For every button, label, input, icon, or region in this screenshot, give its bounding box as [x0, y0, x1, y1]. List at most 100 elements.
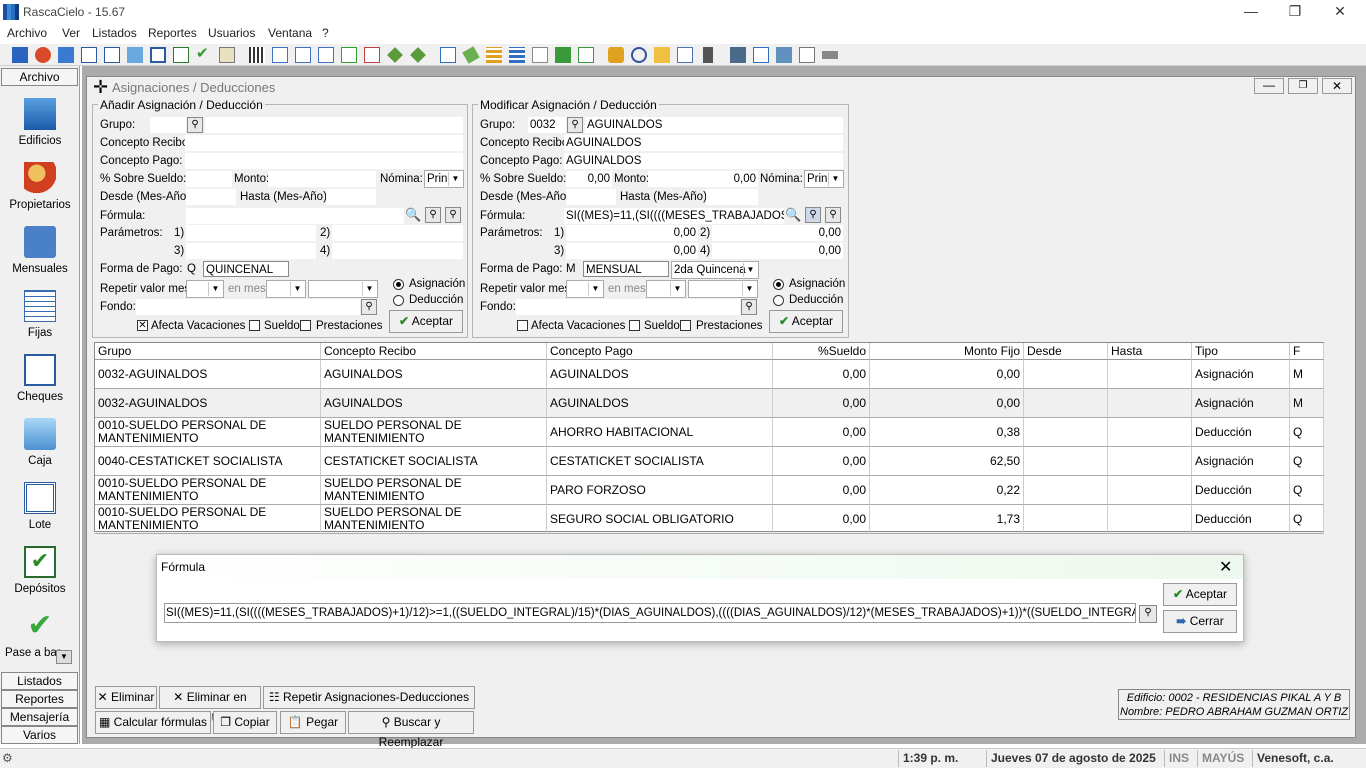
buscar-reemplazar-button[interactable]: ⚲ Buscar y Reemplazar [348, 711, 474, 749]
dialog-aceptar-button[interactable]: ✔ Aceptar [1163, 583, 1237, 606]
table-cell-monto-fijo[interactable]: 0,00 [870, 360, 1024, 389]
money-icon[interactable] [555, 47, 571, 63]
table-cell-sueldo-pct[interactable]: 0,00 [773, 505, 870, 534]
add-asignacion-radio[interactable] [393, 279, 404, 290]
add-repetir-select[interactable]: ▼ [186, 280, 224, 298]
nav-edificios[interactable]: Edificios [0, 135, 80, 147]
page-add-icon[interactable] [318, 47, 334, 63]
chevron-down-icon[interactable]: ▼ [362, 282, 376, 296]
add-formula-input[interactable] [186, 208, 404, 224]
minimize-icon[interactable]: — [1236, 2, 1266, 22]
menu-listados[interactable]: Listados [92, 26, 137, 40]
table-cell-desde[interactable] [1024, 360, 1108, 389]
table-cell-sueldo-pct[interactable]: 0,00 [773, 360, 870, 389]
table-cell-concepto-pago[interactable]: AGUINALDOS [547, 360, 773, 389]
chevron-down-icon[interactable]: ▼ [828, 172, 842, 186]
column-header-desde[interactable]: Desde [1024, 343, 1108, 360]
child-restore-icon[interactable]: ❐ [1288, 78, 1318, 94]
cash-icon[interactable] [127, 47, 143, 63]
table-cell-f[interactable]: M [1290, 360, 1324, 389]
table-cell-desde[interactable] [1024, 389, 1108, 418]
mod-repetir-select[interactable]: ▼ [566, 280, 604, 298]
mod-quincena-select[interactable]: 2da Quincena ▼ [671, 261, 759, 279]
table-cell-grupo[interactable]: 0040-CESTATICKET SOCIALISTA [95, 447, 321, 476]
table-cell-hasta[interactable] [1108, 418, 1192, 447]
mod-en-mes-select-2[interactable]: ▼ [688, 280, 758, 298]
mod-p2-input[interactable]: 0,00 [712, 225, 843, 241]
nav-reportes[interactable]: Reportes [1, 690, 78, 708]
chevron-down-icon[interactable]: ▼ [208, 282, 222, 296]
table-cell-tipo[interactable]: Deducción [1192, 476, 1290, 505]
nav-fijas[interactable]: Fijas [0, 327, 80, 339]
menu-usuarios[interactable]: Usuarios [208, 26, 255, 40]
clock-icon[interactable] [631, 47, 647, 63]
page-icon[interactable] [295, 47, 311, 63]
column-header-f[interactable]: F [1290, 343, 1324, 360]
nav-caja[interactable]: Caja [0, 455, 80, 467]
pin-icon[interactable]: ✛ [93, 78, 108, 96]
repetir-button[interactable]: ☷ Repetir Asignaciones-Deducciones [263, 686, 475, 709]
add-monto-input[interactable] [268, 171, 376, 187]
monthly-nav-icon[interactable] [24, 226, 56, 258]
mod-deduccion-radio[interactable] [773, 295, 784, 306]
table-cell-desde[interactable] [1024, 447, 1108, 476]
calculator-icon[interactable] [703, 47, 713, 63]
table-cell-desde[interactable] [1024, 418, 1108, 447]
nav-mensuales[interactable]: Mensuales [0, 263, 80, 275]
table-cell-grupo[interactable]: 0010-SUELDO PERSONAL DE MANTENIMIENTO [95, 505, 321, 534]
eraser-icon[interactable] [462, 46, 480, 64]
table-cell-desde[interactable] [1024, 505, 1108, 534]
table-cell-sueldo-pct[interactable]: 0,00 [773, 476, 870, 505]
child-close-icon[interactable]: ✕ [1322, 78, 1352, 94]
table-cell-tipo[interactable]: Asignación [1192, 447, 1290, 476]
table-cell-grupo[interactable]: 0010-SUELDO PERSONAL DE MANTENIMIENTO [95, 418, 321, 447]
table-cell-hasta[interactable] [1108, 447, 1192, 476]
dropdown-arrow-icon[interactable]: ▼ [56, 650, 72, 664]
table-cell-desde[interactable] [1024, 476, 1108, 505]
monthly-icon[interactable] [58, 47, 74, 63]
table-cell-concepto-pago[interactable]: PARO FORZOSO [547, 476, 773, 505]
copiar-button[interactable]: ❐ Copiar [213, 711, 277, 734]
calcular-button[interactable]: ▦ Calcular fórmulas [95, 711, 211, 734]
add-formula-search-icon[interactable]: ⚲ [445, 207, 461, 223]
table-cell-concepto-pago[interactable]: AHORRO HABITACIONAL [547, 418, 773, 447]
nav-depositos[interactable]: Depósitos [0, 583, 80, 595]
table-cell-sueldo-pct[interactable]: 0,00 [773, 389, 870, 418]
nav-header-archivo[interactable]: Archivo [1, 68, 78, 86]
eliminar-button[interactable]: ✕ Eliminar [95, 686, 157, 709]
mod-nomina-select[interactable]: Prin ▼ [804, 170, 844, 188]
chevron-down-icon[interactable]: ▼ [670, 282, 684, 296]
calendar-icon[interactable] [532, 47, 548, 63]
binoculars-icon[interactable]: 🔍 [785, 207, 801, 223]
table-cell-monto-fijo[interactable]: 0,00 [870, 389, 1024, 418]
add-en-mes-select[interactable]: ▼ [266, 280, 306, 298]
mod-p3-input[interactable]: 0,00 [566, 243, 698, 259]
mod-forma-pago-input[interactable]: MENSUAL [583, 261, 669, 277]
chevron-down-icon[interactable]: ▼ [448, 172, 462, 186]
resize-grip-icon[interactable]: ⚙ [2, 751, 16, 765]
table-cell-concepto-recibo[interactable]: SUELDO PERSONAL DE MANTENIMIENTO [321, 505, 547, 534]
add-grupo-search-icon[interactable]: ⚲ [187, 117, 203, 133]
table-cell-concepto-recibo[interactable]: SUELDO PERSONAL DE MANTENIMIENTO [321, 476, 547, 505]
table-cell-concepto-pago[interactable]: SEGURO SOCIAL OBLIGATORIO [547, 505, 773, 534]
mod-monto-input[interactable]: 0,00 [648, 171, 758, 187]
table-cell-f[interactable]: Q [1290, 476, 1324, 505]
mod-p4-input[interactable]: 0,00 [712, 243, 843, 259]
add-p3-input[interactable] [186, 243, 316, 259]
building-icon[interactable] [12, 47, 28, 63]
blank-page-icon[interactable] [799, 47, 815, 63]
dialog-close-icon[interactable]: ✕ [1219, 557, 1232, 577]
sheet-icon[interactable] [578, 47, 594, 63]
window-icon[interactable] [776, 47, 792, 63]
lot-icon[interactable] [150, 47, 166, 63]
mod-concepto-recibo-input[interactable]: AGUINALDOS [564, 135, 843, 151]
lot-nav-icon[interactable] [24, 482, 56, 514]
table-cell-tipo[interactable]: Asignación [1192, 360, 1290, 389]
add-forma-pago-input[interactable]: QUINCENAL [203, 261, 289, 277]
mod-grupo-search-icon[interactable]: ⚲ [567, 117, 583, 133]
mod-afecta-vacaciones-checkbox[interactable] [517, 320, 528, 331]
chevron-down-icon[interactable]: ▼ [742, 282, 756, 296]
table-cell-f[interactable]: Q [1290, 418, 1324, 447]
add-en-mes-select-2[interactable]: ▼ [308, 280, 378, 298]
chevron-down-icon[interactable]: ▼ [290, 282, 304, 296]
